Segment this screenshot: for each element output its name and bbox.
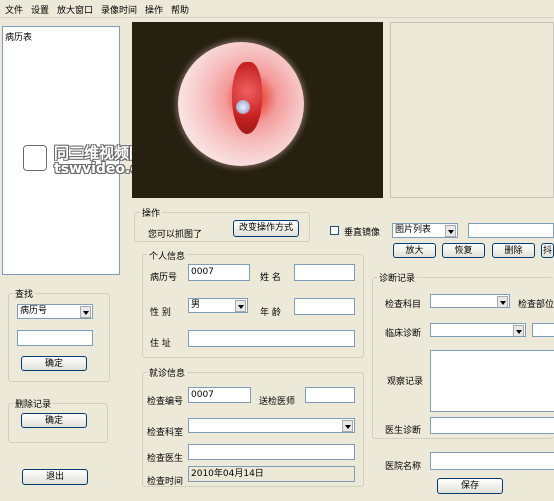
hospital-label: 医院名称 xyxy=(385,462,422,472)
image-name-field[interactable] xyxy=(468,223,554,238)
age-label: 年 龄 xyxy=(260,308,281,318)
menu-bar: 文件 设置 放大窗口 录像时间 操作 帮助 xyxy=(0,0,554,18)
case-no-label: 病历号 xyxy=(150,273,178,283)
exam-time-field[interactable]: 2010年04月14日 xyxy=(188,466,355,482)
name-label: 姓 名 xyxy=(260,273,281,283)
endoscope-video[interactable] xyxy=(132,22,383,198)
clinical-select[interactable] xyxy=(430,323,526,337)
hospital-field[interactable] xyxy=(430,452,554,470)
observation-label: 观察记录 xyxy=(387,377,424,387)
view-select[interactable]: 图片列表 xyxy=(392,223,458,238)
chevron-down-icon xyxy=(497,296,508,307)
dept-select[interactable] xyxy=(188,418,355,433)
menu-file[interactable]: 文件 xyxy=(5,3,23,16)
chevron-down-icon xyxy=(235,300,246,312)
exam-no-field[interactable]: 0007 xyxy=(188,387,251,403)
endoscope-tissue xyxy=(232,62,262,134)
menu-help[interactable]: 帮助 xyxy=(171,3,189,16)
search-group-title: 查找 xyxy=(13,287,36,300)
sex-select[interactable]: 男 xyxy=(188,298,248,313)
save-button[interactable]: 保存 xyxy=(437,478,503,494)
chevron-down-icon xyxy=(445,225,456,237)
exam-no-label: 检查编号 xyxy=(147,397,184,407)
address-field[interactable] xyxy=(188,330,355,347)
site-label: 检查部位 xyxy=(518,300,554,310)
delete-record-ok-button[interactable]: 确定 xyxy=(21,413,87,428)
dept-label: 检查科室 xyxy=(147,428,184,438)
referring-doctor-label: 送检医师 xyxy=(259,397,296,407)
case-list-title: 病历表 xyxy=(5,33,33,43)
age-field[interactable] xyxy=(294,298,355,315)
search-field-select-value: 病历号 xyxy=(20,306,48,316)
zoom-in-button[interactable]: 放大 xyxy=(393,243,436,258)
search-ok-button[interactable]: 确定 xyxy=(21,356,87,371)
chevron-down-icon xyxy=(80,306,91,318)
personal-info-group-title: 个人信息 xyxy=(147,249,188,262)
name-field[interactable] xyxy=(294,264,355,281)
menu-settings[interactable]: 设置 xyxy=(31,3,49,16)
menu-operation[interactable]: 操作 xyxy=(145,3,163,16)
menu-zoom-window[interactable]: 放大窗口 xyxy=(57,3,93,16)
chevron-down-icon xyxy=(513,325,524,336)
endoscope-highlight xyxy=(236,100,250,114)
mirror-checkbox[interactable] xyxy=(330,226,339,235)
exam-doctor-label: 检查医生 xyxy=(147,454,184,464)
address-label: 住 址 xyxy=(150,339,171,349)
subject-select[interactable] xyxy=(430,294,510,308)
watermark-logo-icon xyxy=(24,146,46,170)
restore-button[interactable]: 恢复 xyxy=(442,243,485,258)
doctor-dx-label: 医生诊断 xyxy=(385,426,422,436)
sex-label: 性 别 xyxy=(150,308,171,318)
diagnosis-group-title: 诊断记录 xyxy=(377,271,418,284)
sex-select-value: 男 xyxy=(191,300,201,310)
visit-info-group-title: 就诊信息 xyxy=(147,366,188,379)
operation-group-title: 操作 xyxy=(140,206,163,219)
clinical-label: 临床诊断 xyxy=(385,329,422,339)
case-no-field[interactable]: 0007 xyxy=(188,264,250,281)
clip-button[interactable]: 抖 xyxy=(541,243,554,258)
watermark-text: 同三维视频网 xyxy=(54,144,145,162)
delete-image-button[interactable]: 删除 xyxy=(492,243,535,258)
doctor-dx-field[interactable] xyxy=(430,417,554,434)
clinical-extra-field[interactable] xyxy=(532,323,554,337)
menu-record-time[interactable]: 录像时间 xyxy=(101,3,137,16)
change-mode-button[interactable]: 改变操作方式 xyxy=(233,220,299,237)
mirror-label: 垂直镜像 xyxy=(344,228,381,238)
delete-record-group-title: 删除记录 xyxy=(13,397,54,410)
exam-time-label: 检查时间 xyxy=(147,477,184,487)
search-field-select[interactable]: 病历号 xyxy=(17,304,93,319)
exit-button[interactable]: 退出 xyxy=(22,469,88,485)
search-input[interactable] xyxy=(17,330,93,346)
endoscope-view xyxy=(178,42,304,166)
exam-doctor-field[interactable] xyxy=(188,444,355,460)
view-select-value: 图片列表 xyxy=(395,225,432,235)
chevron-down-icon xyxy=(342,420,353,432)
subject-label: 检查科目 xyxy=(385,300,422,310)
image-preview-panel xyxy=(390,22,554,198)
referring-doctor-field[interactable] xyxy=(305,387,355,403)
observation-textarea[interactable] xyxy=(430,350,554,412)
operation-hint: 您可以抓图了 xyxy=(148,230,203,240)
